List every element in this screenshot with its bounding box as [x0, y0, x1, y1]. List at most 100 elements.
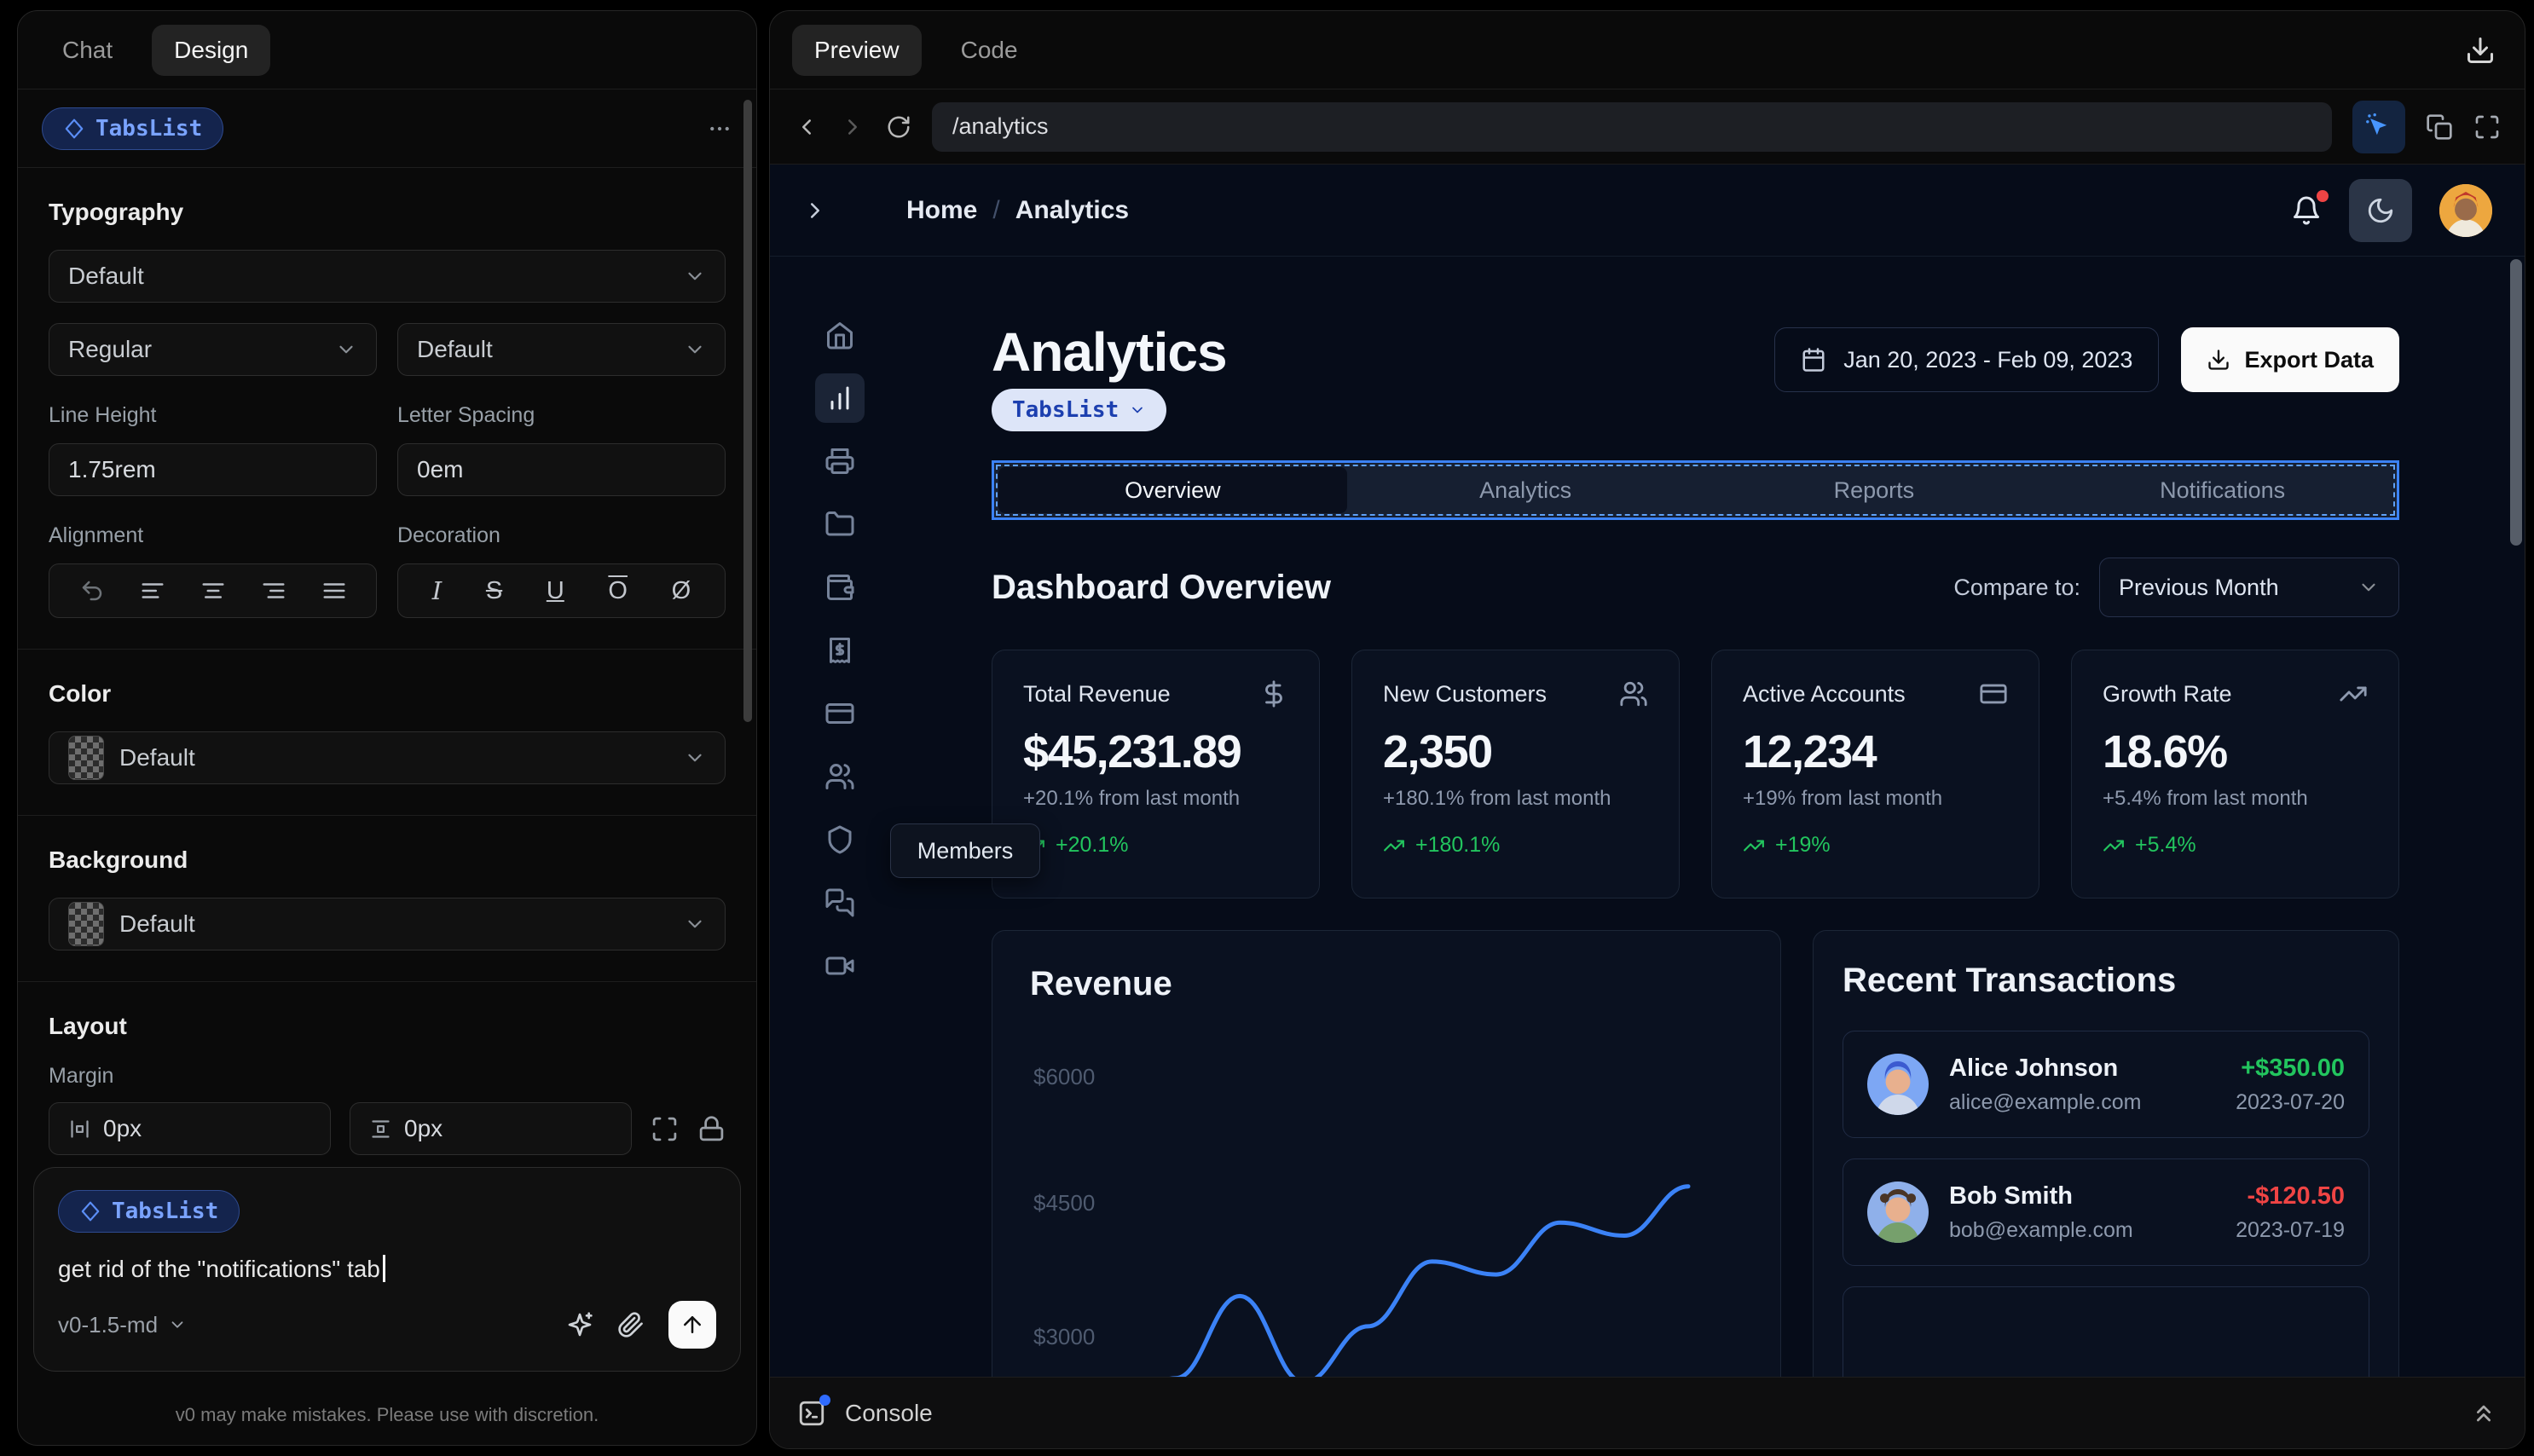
- url-input[interactable]: /analytics: [932, 101, 2332, 152]
- preview-scrollbar[interactable]: [2510, 259, 2522, 546]
- nav-receipts[interactable]: [815, 626, 865, 675]
- nav-messages[interactable]: [815, 878, 865, 927]
- nav-folders[interactable]: [815, 500, 865, 549]
- moon-icon: [2366, 196, 2395, 225]
- letter-spacing-input[interactable]: 0em: [397, 443, 726, 496]
- align-right-icon[interactable]: [261, 578, 286, 604]
- transaction-row[interactable]: Alice Johnson alice@example.com +$350.00…: [1843, 1031, 2369, 1138]
- notification-dot: [2317, 189, 2329, 202]
- color-heading: Color: [49, 680, 112, 707]
- compare-select[interactable]: Previous Month: [2099, 558, 2399, 617]
- calendar-icon: [1801, 347, 1826, 373]
- nav-analytics[interactable]: [815, 373, 865, 423]
- send-button[interactable]: [668, 1301, 716, 1349]
- sidebar-scrollbar[interactable]: [743, 100, 752, 722]
- text-caret: [382, 1255, 385, 1282]
- export-data-button[interactable]: Export Data: [2181, 327, 2399, 392]
- stat-trend: +180.1%: [1415, 833, 1501, 857]
- underline-icon[interactable]: U: [547, 577, 564, 605]
- preview-viewport: Home / Analytics Analytics TabsList Jan …: [770, 165, 2525, 1377]
- attach-file-icon[interactable]: [617, 1311, 645, 1338]
- wallet-icon: [824, 572, 855, 603]
- y-tick-4500: $4500: [1033, 1190, 1096, 1216]
- back-icon[interactable]: [794, 114, 819, 140]
- expand-margin-icon[interactable]: [651, 1115, 679, 1143]
- color-select[interactable]: Default: [49, 731, 726, 784]
- transaction-amount: -$120.50: [2247, 1182, 2346, 1210]
- italic-icon[interactable]: I: [432, 576, 442, 605]
- tab-reports[interactable]: Reports: [1700, 463, 2049, 517]
- model-select[interactable]: v0-1.5-md: [58, 1312, 187, 1338]
- chevron-down-icon: [168, 1315, 187, 1334]
- breadcrumb-home[interactable]: Home: [906, 196, 977, 225]
- notifications-bell[interactable]: [2291, 189, 2329, 226]
- font-family-select[interactable]: Default: [49, 250, 726, 303]
- enhance-prompt-icon[interactable]: [566, 1311, 593, 1338]
- nav-wallet[interactable]: [815, 563, 865, 612]
- margin-horizontal-icon: [68, 1118, 91, 1141]
- chat-composer[interactable]: TabsList get rid of the "notifications" …: [33, 1167, 741, 1372]
- background-swatch: [68, 902, 104, 946]
- transaction-name: Bob Smith: [1949, 1182, 2073, 1210]
- sidebar-toggle-icon[interactable]: [802, 198, 828, 223]
- console-bar[interactable]: Console: [770, 1377, 2525, 1448]
- stat-title: Total Revenue: [1023, 680, 1171, 707]
- lock-margin-icon[interactable]: [697, 1115, 726, 1143]
- letter-spacing-label: Letter Spacing: [397, 403, 535, 427]
- font-size-select[interactable]: Default: [397, 323, 726, 376]
- breadcrumb-analytics[interactable]: Analytics: [1015, 196, 1129, 225]
- dashboard-content: Analytics TabsList Jan 20, 2023 - Feb 09…: [884, 257, 2525, 1377]
- more-options-icon[interactable]: [707, 116, 732, 142]
- nav-video[interactable]: [815, 941, 865, 991]
- background-section: Background Default: [49, 846, 726, 950]
- tab-chat[interactable]: Chat: [40, 25, 135, 76]
- nav-cards[interactable]: [815, 689, 865, 738]
- decoration-label: Decoration: [397, 523, 500, 547]
- tab-overview[interactable]: Overview: [998, 467, 1347, 513]
- tab-notifications[interactable]: Notifications: [2048, 463, 2397, 517]
- nav-fax[interactable]: [815, 436, 865, 486]
- dark-mode-toggle[interactable]: [2349, 178, 2412, 242]
- expand-console-icon[interactable]: [2470, 1400, 2497, 1427]
- refresh-icon[interactable]: [886, 114, 911, 140]
- tabslist-component-chip[interactable]: TabsList: [992, 389, 1167, 431]
- console-label: Console: [845, 1399, 933, 1426]
- margin-y-value: 0px: [404, 1115, 443, 1141]
- alignment-label: Alignment: [49, 523, 144, 547]
- tab-code[interactable]: Code: [939, 25, 1040, 76]
- composer-component-chip[interactable]: TabsList: [58, 1190, 240, 1233]
- tab-design[interactable]: Design: [152, 24, 271, 76]
- transaction-row[interactable]: Bob Smith bob@example.com -$120.50 2023-…: [1843, 1158, 2369, 1266]
- nav-home[interactable]: [815, 310, 865, 360]
- tab-preview[interactable]: Preview: [792, 24, 922, 76]
- transaction-email: bob@example.com: [1949, 1217, 2133, 1242]
- inspect-mode-button[interactable]: [2352, 100, 2405, 153]
- component-chip[interactable]: TabsList: [42, 107, 224, 150]
- revenue-line: [1170, 1184, 1691, 1377]
- strikethrough-icon[interactable]: S: [486, 577, 502, 605]
- margin-y-input[interactable]: 0px: [350, 1102, 632, 1155]
- background-select[interactable]: Default: [49, 898, 726, 950]
- nav-members[interactable]: [815, 752, 865, 801]
- no-decoration-icon[interactable]: Ø: [672, 577, 691, 605]
- align-left-icon[interactable]: [140, 578, 165, 604]
- home-icon: [824, 320, 855, 350]
- nav-security[interactable]: [815, 815, 865, 864]
- tab-analytics[interactable]: Analytics: [1351, 463, 1700, 517]
- margin-x-input[interactable]: 0px: [49, 1102, 331, 1155]
- align-center-icon[interactable]: [200, 578, 226, 604]
- font-weight-select[interactable]: Regular: [49, 323, 377, 376]
- line-height-input[interactable]: 1.75rem: [49, 443, 377, 496]
- date-range-picker[interactable]: Jan 20, 2023 - Feb 09, 2023: [1774, 327, 2160, 392]
- transaction-avatar: [1867, 1182, 1929, 1243]
- fullscreen-icon[interactable]: [2473, 113, 2501, 141]
- download-icon[interactable]: [2465, 35, 2496, 66]
- user-avatar[interactable]: [2439, 183, 2492, 237]
- overline-icon[interactable]: O: [608, 577, 628, 605]
- duplicate-icon[interactable]: [2426, 113, 2453, 141]
- align-justify-icon[interactable]: [321, 578, 347, 604]
- y-tick-6000: $6000: [1033, 1064, 1096, 1089]
- forward-icon[interactable]: [840, 114, 865, 140]
- reset-alignment-icon[interactable]: [79, 578, 105, 604]
- composer-input[interactable]: get rid of the "notifications" tab: [58, 1255, 716, 1283]
